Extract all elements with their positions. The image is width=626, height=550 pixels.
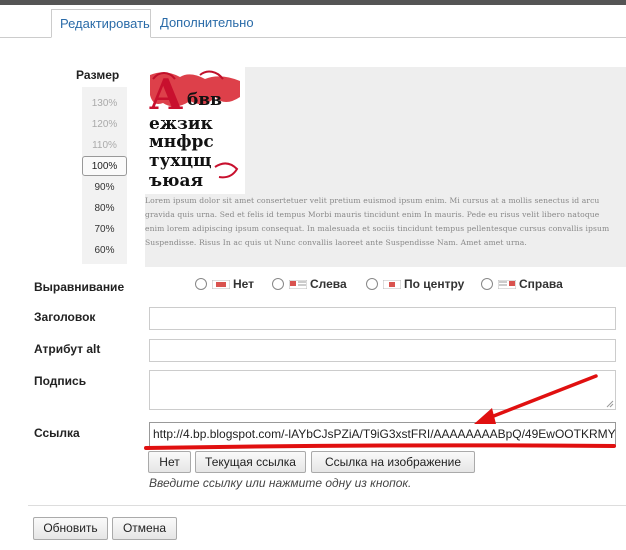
cancel-button[interactable]: Отмена [112,517,177,540]
no-link-button[interactable]: Нет [148,451,191,473]
update-button[interactable]: Обновить [33,517,108,540]
current-link-button[interactable]: Текущая ссылка [195,451,306,473]
link-hint: Введите ссылку или нажмите одну из кнопо… [149,476,412,490]
annotation-arrow-line [484,374,598,421]
annotation-arrow-head [474,408,496,424]
annotation-underline [144,443,616,450]
image-link-button[interactable]: Ссылка на изображение [311,451,475,473]
footer-divider [28,505,626,506]
